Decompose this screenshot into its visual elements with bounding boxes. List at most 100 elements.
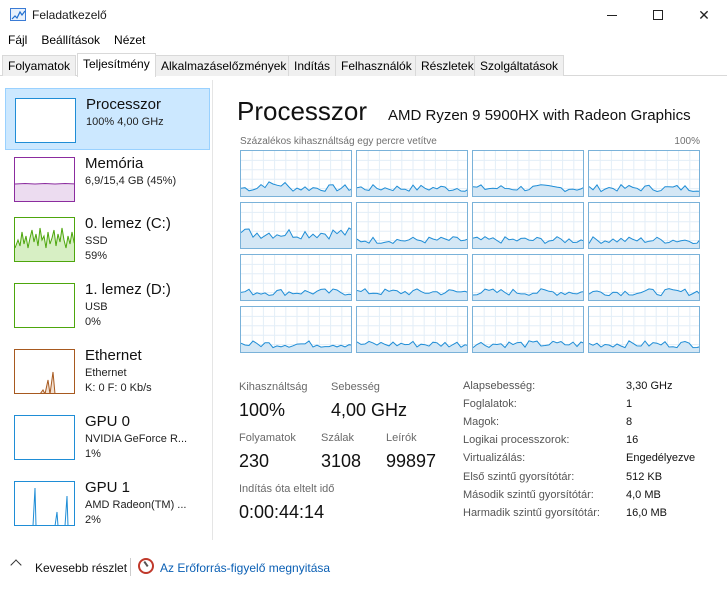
speed-label: Sebesség bbox=[331, 381, 380, 393]
sidebar-item-gpu0[interactable]: GPU 0 NVIDIA GeForce R... 1% bbox=[5, 406, 210, 468]
sidebar-item-detail: 100% 4,00 GHz bbox=[86, 116, 164, 128]
sidebar-item-label: 1. lemez (D:) bbox=[85, 281, 171, 298]
sidebar-item-detail: AMD Radeon(TM) ... bbox=[85, 499, 187, 511]
tab-users[interactable]: Felhasználók bbox=[335, 55, 418, 76]
property-label: Magok: bbox=[463, 416, 500, 428]
threads-label: Szálak bbox=[321, 432, 355, 444]
property-label: Első szintű gyorsítótár: bbox=[463, 471, 575, 483]
logical-processor-graph-grid bbox=[240, 150, 700, 354]
tab-app-history[interactable]: Alkalmazáselőzmények bbox=[155, 55, 293, 76]
processes-value: 230 bbox=[239, 451, 270, 471]
task-manager-icon bbox=[10, 8, 26, 21]
logical-processor-graph bbox=[240, 202, 352, 249]
logical-processor-graph bbox=[472, 254, 584, 301]
resource-monitor-icon bbox=[138, 558, 154, 574]
maximize-icon bbox=[653, 10, 663, 20]
tab-startup[interactable]: Indítás bbox=[288, 55, 337, 76]
logical-processor-graph bbox=[472, 150, 584, 197]
sidebar-item-detail: USB bbox=[85, 301, 108, 313]
sidebar-item-label: Ethernet bbox=[85, 347, 142, 364]
performance-sidebar: Processzor 100% 4,00 GHz Memória 6,9/15,… bbox=[0, 80, 213, 540]
graph-caption: Százalékos kihasználtság egy percre vetí… bbox=[240, 136, 437, 147]
property-label: Logikai processzorok: bbox=[463, 434, 570, 446]
sidebar-item-gpu1[interactable]: GPU 1 AMD Radeon(TM) ... 2% bbox=[5, 472, 210, 534]
sidebar-item-disk-d[interactable]: 1. lemez (D:) USB 0% bbox=[5, 274, 210, 336]
logical-processor-graph bbox=[588, 306, 700, 353]
close-icon: ✕ bbox=[698, 6, 710, 23]
sidebar-item-label: GPU 1 bbox=[85, 479, 131, 496]
sidebar-item-detail: 2% bbox=[85, 514, 101, 526]
tab-performance[interactable]: Teljesítmény bbox=[77, 53, 156, 77]
processes-label: Folyamatok bbox=[239, 432, 296, 444]
sidebar-item-label: GPU 0 bbox=[85, 413, 131, 430]
property-value: 16,0 MB bbox=[626, 507, 667, 519]
property-label: Foglalatok: bbox=[463, 398, 517, 410]
logical-processor-graph bbox=[588, 202, 700, 249]
menu-view[interactable]: Nézet bbox=[107, 31, 152, 51]
close-button[interactable]: ✕ bbox=[681, 0, 727, 30]
tab-details[interactable]: Részletek bbox=[415, 55, 480, 76]
logical-processor-graph bbox=[472, 306, 584, 353]
footer-divider bbox=[130, 558, 131, 576]
logical-processor-graph bbox=[356, 202, 468, 249]
menu-file[interactable]: Fájl bbox=[0, 31, 34, 51]
logical-processor-graph bbox=[472, 202, 584, 249]
logical-processor-graph bbox=[240, 306, 352, 353]
sidebar-item-label: Processzor bbox=[86, 96, 162, 113]
sidebar-item-memory[interactable]: Memória 6,9/15,4 GB (45%) bbox=[5, 148, 210, 210]
menu-options[interactable]: Beállítások bbox=[34, 31, 107, 51]
property-value: 3,30 GHz bbox=[626, 380, 673, 392]
logical-processor-graph bbox=[588, 150, 700, 197]
memory-thumbnail-graph bbox=[14, 157, 75, 202]
fewer-details-button[interactable]: Kevesebb részlet bbox=[35, 561, 127, 575]
menu-bar: Fájl Beállítások Nézet bbox=[0, 31, 152, 51]
handles-value: 99897 bbox=[386, 451, 437, 471]
sidebar-item-detail: 59% bbox=[85, 250, 108, 262]
graph-max-label: 100% bbox=[674, 136, 700, 147]
gpu1-thumbnail-graph bbox=[14, 481, 75, 526]
page-title: Processzor bbox=[237, 96, 368, 126]
sidebar-item-detail: 6,9/15,4 GB (45%) bbox=[85, 175, 177, 187]
property-label: Harmadik szintű gyorsítótár: bbox=[463, 507, 600, 519]
property-value: Engedélyezve bbox=[626, 452, 696, 464]
sidebar-item-disk-c[interactable]: 0. lemez (C:) SSD 59% bbox=[5, 208, 210, 270]
property-value: 4,0 MB bbox=[626, 489, 661, 501]
ethernet-thumbnail-graph bbox=[14, 349, 75, 394]
sidebar-item-detail: 1% bbox=[85, 448, 101, 460]
maximize-button[interactable] bbox=[635, 0, 681, 30]
open-resource-monitor-link[interactable]: Az Erőforrás-figyelő megnyitása bbox=[160, 561, 330, 575]
cpu-model-name: AMD Ryzen 9 5900HX with Radeon Graphics bbox=[388, 107, 691, 124]
tab-bar: Folyamatok Teljesítmény Alkalmazáselőzmé… bbox=[0, 53, 727, 77]
property-value: 1 bbox=[626, 398, 633, 410]
sidebar-item-label: 0. lemez (C:) bbox=[85, 215, 171, 232]
sidebar-item-cpu[interactable]: Processzor 100% 4,00 GHz bbox=[5, 88, 210, 150]
property-label: Alapsebesség: bbox=[463, 380, 536, 392]
logical-processor-graph bbox=[356, 254, 468, 301]
sidebar-item-label: Memória bbox=[85, 155, 144, 172]
sidebar-item-detail: SSD bbox=[85, 235, 108, 247]
window-title: Feladatkezelő bbox=[32, 8, 107, 22]
logical-processor-graph bbox=[356, 306, 468, 353]
threads-value: 3108 bbox=[321, 451, 362, 471]
property-label: Virtualizálás: bbox=[463, 452, 526, 464]
sidebar-item-detail: K: 0 F: 0 Kb/s bbox=[85, 382, 152, 394]
cpu-thumbnail-graph bbox=[15, 98, 76, 143]
speed-value: 4,00 GHz bbox=[331, 400, 408, 420]
logical-processor-graph bbox=[588, 254, 700, 301]
usage-label: Kihasználtság bbox=[239, 381, 308, 393]
tab-services[interactable]: Szolgáltatások bbox=[474, 55, 565, 76]
logical-processor-graph bbox=[240, 150, 352, 197]
uptime-label: Indítás óta eltelt idő bbox=[239, 483, 335, 495]
sidebar-item-ethernet[interactable]: Ethernet Ethernet K: 0 F: 0 Kb/s bbox=[5, 340, 210, 402]
chevron-up-icon[interactable] bbox=[10, 559, 22, 571]
tab-processes[interactable]: Folyamatok bbox=[2, 55, 77, 76]
property-value: 512 KB bbox=[626, 471, 663, 483]
gpu0-thumbnail-graph bbox=[14, 415, 75, 460]
minimize-icon bbox=[607, 14, 617, 16]
sidebar-item-detail: 0% bbox=[85, 316, 101, 328]
disk-d-thumbnail-graph bbox=[14, 283, 75, 328]
uptime-value: 0:00:44:14 bbox=[239, 502, 325, 522]
footer: Kevesebb részlet Az Erőforrás-figyelő me… bbox=[0, 553, 727, 583]
handles-label: Leírók bbox=[386, 432, 417, 444]
minimize-button[interactable] bbox=[589, 0, 635, 30]
